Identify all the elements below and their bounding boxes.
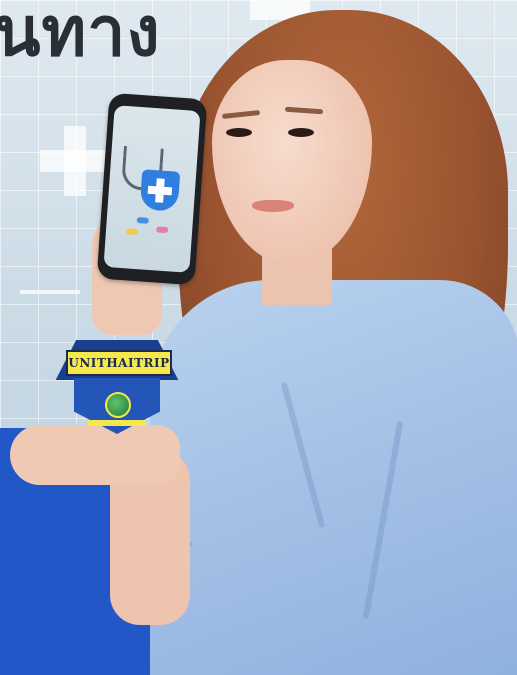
pill-icon xyxy=(125,228,139,236)
smartphone xyxy=(96,92,208,286)
logo-base xyxy=(88,420,146,426)
globe-icon xyxy=(105,392,131,418)
phone-screen xyxy=(103,105,201,273)
logo-text: UNITHAITRIP xyxy=(66,350,172,376)
pill-icon xyxy=(155,226,169,234)
headline-text: นทาง xyxy=(0,0,161,72)
lips xyxy=(252,200,294,212)
eye-left xyxy=(226,128,252,137)
eye-right xyxy=(288,128,314,137)
pill-icon xyxy=(136,217,149,224)
hospital-gown xyxy=(150,280,517,675)
unithaitrip-logo: UNITHAITRIP xyxy=(44,340,190,436)
plus-icon xyxy=(147,185,173,196)
plus-decoration xyxy=(20,290,80,294)
medical-shield-icon xyxy=(139,169,181,212)
plus-decoration xyxy=(64,126,86,196)
